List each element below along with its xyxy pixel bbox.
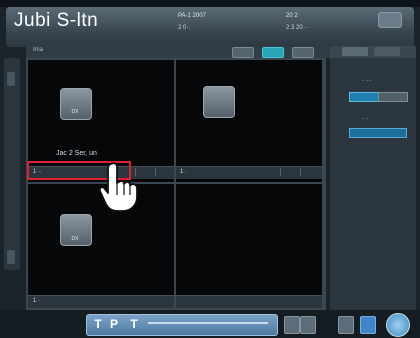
left-panel-handle-bottom[interactable] <box>7 250 15 264</box>
layout-button-3[interactable] <box>292 47 314 58</box>
panel-label: ·· ··· <box>362 78 372 84</box>
segment-option-1[interactable] <box>349 92 379 102</box>
patient-id: PA-1 2007 <box>178 13 206 19</box>
cell-info-text: 1 · <box>180 169 188 175</box>
series-caption: Jac 2 Ser, un <box>56 150 97 157</box>
print-button[interactable] <box>284 316 300 334</box>
thumbnail-label: DX <box>71 236 79 242</box>
prev-button[interactable] <box>338 316 354 334</box>
hand-pointer-icon <box>98 162 138 212</box>
viewer-cell-2[interactable] <box>176 60 322 182</box>
right-panel-tab-2[interactable] <box>374 47 400 56</box>
tool-strip-divider <box>148 322 268 324</box>
save-button[interactable] <box>360 316 376 334</box>
bar-divider <box>155 168 156 176</box>
panel-label: ·· · <box>362 116 369 122</box>
cell-info-bar[interactable] <box>28 295 174 308</box>
image-thumbnail[interactable] <box>60 88 92 120</box>
header-menu-button[interactable] <box>378 12 402 28</box>
image-thumbnail[interactable] <box>203 86 235 118</box>
layout-button-1[interactable] <box>232 47 254 58</box>
bar-divider <box>280 168 281 176</box>
viewer-cell-4[interactable] <box>176 184 322 308</box>
left-panel-handle[interactable] <box>7 72 15 86</box>
panel-action-button[interactable] <box>349 128 407 138</box>
segment-option-2[interactable] <box>378 92 408 102</box>
cell-info-bar[interactable] <box>176 295 322 308</box>
right-panel-tab-1[interactable] <box>342 47 368 56</box>
exam-date: 20 2 <box>286 13 298 19</box>
layout-button-2x2[interactable] <box>262 47 284 58</box>
cell-info-text: 1 · <box>33 298 41 304</box>
patient-name: Jubi S-ltn <box>14 10 99 31</box>
system-bar <box>0 0 420 7</box>
text-tool-button[interactable]: T <box>92 317 104 331</box>
output-button[interactable] <box>300 316 316 334</box>
text-tool-button-2[interactable]: T <box>128 317 140 331</box>
exam-info: 2 3 20 ·· <box>286 25 309 31</box>
left-panel-rail <box>4 58 20 270</box>
toolbar-label: Ima <box>33 47 44 53</box>
patient-info: 2 0·· <box>178 25 191 31</box>
pen-tool-button[interactable]: P <box>108 317 120 331</box>
complete-exam-button[interactable] <box>386 313 410 337</box>
thumbnail-label: DX <box>71 109 79 115</box>
bar-divider <box>300 168 301 176</box>
